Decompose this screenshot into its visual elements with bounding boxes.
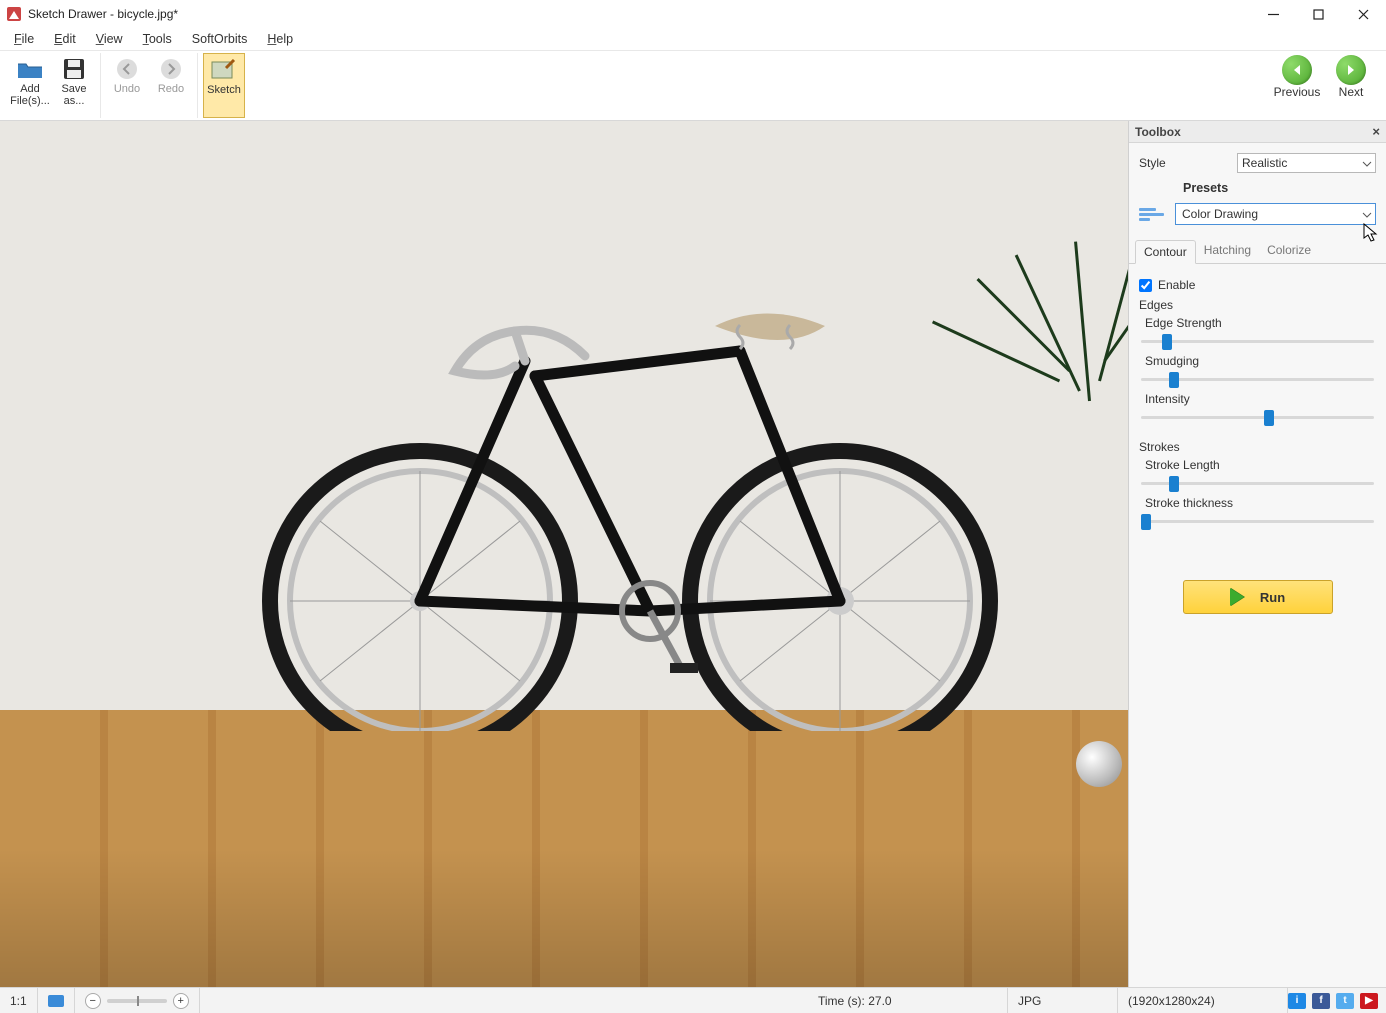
sketch-icon [211, 56, 237, 84]
intensity-label: Intensity [1145, 392, 1376, 406]
close-toolbox-button[interactable]: × [1372, 124, 1380, 139]
edge-strength-slider[interactable] [1141, 332, 1374, 350]
redo-label: Redo [158, 83, 184, 95]
next-icon [1336, 55, 1366, 85]
bicycle-image [250, 271, 1010, 731]
smudging-slider[interactable] [1141, 370, 1374, 388]
menubar: File Edit View Tools SoftOrbits Help [0, 28, 1386, 50]
minimize-button[interactable] [1251, 0, 1296, 28]
facebook-icon[interactable]: f [1312, 993, 1330, 1009]
undo-label: Undo [114, 83, 140, 95]
previous-label: Previous [1274, 85, 1321, 99]
stroke-thickness-label: Stroke thickness [1145, 496, 1376, 510]
window-controls [1251, 0, 1386, 28]
edges-title: Edges [1139, 298, 1376, 312]
toolbox-header: Toolbox × [1129, 121, 1386, 143]
toolbox-tabs: Contour Hatching Colorize [1129, 239, 1386, 264]
sketch-button[interactable]: Sketch [203, 53, 245, 118]
zoom-widget: − + [75, 988, 200, 1013]
main-row: Toolbox × Style Realistic Presets Color … [0, 120, 1386, 987]
chevron-down-icon [1362, 158, 1372, 172]
titlebar: Sketch Drawer - bicycle.jpg* [0, 0, 1386, 28]
zoom-ratio-cell: 1:1 [0, 988, 38, 1013]
undo-icon [115, 55, 139, 83]
cursor-icon [1362, 222, 1380, 247]
stroke-thickness-slider[interactable] [1141, 512, 1374, 530]
next-button[interactable]: Next [1326, 55, 1376, 99]
file-group: Add File(s)... Save as... [4, 53, 101, 118]
fit-screen-button[interactable] [38, 988, 75, 1013]
previous-button[interactable]: Previous [1272, 55, 1322, 99]
fit-screen-icon [48, 995, 64, 1007]
previous-icon [1282, 55, 1312, 85]
run-arrow-icon [1230, 588, 1244, 606]
menu-help[interactable]: Help [263, 30, 297, 48]
edge-strength-label: Edge Strength [1145, 316, 1376, 330]
maximize-button[interactable] [1296, 0, 1341, 28]
history-group: Undo Redo [101, 53, 198, 118]
style-label: Style [1139, 156, 1229, 170]
menu-file[interactable]: File [10, 30, 38, 48]
redo-icon [159, 55, 183, 83]
tab-colorize[interactable]: Colorize [1259, 239, 1319, 263]
presets-label: Presets [1183, 181, 1376, 195]
youtube-icon[interactable]: ▶ [1360, 993, 1378, 1009]
save-as-label: Save as... [53, 83, 95, 107]
presets-icon [1139, 203, 1167, 225]
stroke-length-label: Stroke Length [1145, 458, 1376, 472]
menu-softorbits[interactable]: SoftOrbits [188, 30, 252, 48]
twitter-icon[interactable]: t [1336, 993, 1354, 1009]
zoom-in-button[interactable]: + [173, 993, 189, 1009]
run-button[interactable]: Run [1183, 580, 1333, 614]
enable-checkbox[interactable] [1139, 279, 1152, 292]
intensity-slider[interactable] [1141, 408, 1374, 426]
tab-contour[interactable]: Contour [1135, 240, 1196, 264]
menu-edit[interactable]: Edit [50, 30, 80, 48]
add-files-label: Add File(s)... [9, 83, 51, 107]
zoom-out-button[interactable]: − [85, 993, 101, 1009]
redo-button[interactable]: Redo [150, 53, 192, 118]
toolbar: Add File(s)... Save as... Undo Redo [0, 50, 1386, 120]
toolbox-panel: Toolbox × Style Realistic Presets Color … [1128, 121, 1386, 987]
zoom-track[interactable] [107, 999, 167, 1003]
nav-group: Previous Next [1272, 53, 1382, 118]
folder-icon [16, 55, 44, 83]
status-format: JPG [1008, 988, 1118, 1013]
social-links: i f t ▶ [1288, 993, 1386, 1009]
sphere-reflection [1076, 741, 1122, 787]
zoom-ratio: 1:1 [10, 994, 27, 1008]
image-preview [0, 121, 1128, 987]
save-as-button[interactable]: Save as... [53, 53, 95, 118]
enable-label: Enable [1158, 278, 1195, 292]
chevron-down-icon [1362, 209, 1372, 223]
status-time: Time (s): 27.0 [808, 988, 1008, 1013]
sketch-group: Sketch [198, 53, 250, 118]
smudging-label: Smudging [1145, 354, 1376, 368]
toolbox-title: Toolbox [1135, 125, 1181, 139]
status-dimensions: (1920x1280x24) [1118, 988, 1288, 1013]
style-value: Realistic [1242, 156, 1287, 170]
menu-tools[interactable]: Tools [139, 30, 176, 48]
canvas-area[interactable] [0, 121, 1128, 987]
presets-combo[interactable]: Color Drawing [1175, 203, 1376, 225]
app-icon [6, 6, 22, 22]
strokes-title: Strokes [1139, 440, 1376, 454]
next-label: Next [1339, 85, 1364, 99]
tab-hatching[interactable]: Hatching [1196, 239, 1259, 263]
close-window-button[interactable] [1341, 0, 1386, 28]
undo-button[interactable]: Undo [106, 53, 148, 118]
presets-value: Color Drawing [1182, 207, 1258, 221]
window-title: Sketch Drawer - bicycle.jpg* [28, 7, 1251, 21]
stroke-length-slider[interactable] [1141, 474, 1374, 492]
info-icon[interactable]: i [1288, 993, 1306, 1009]
run-label: Run [1260, 590, 1285, 605]
statusbar: 1:1 − + Time (s): 27.0 JPG (1920x1280x24… [0, 987, 1386, 1013]
style-select[interactable]: Realistic [1237, 153, 1376, 173]
sketch-label: Sketch [207, 84, 241, 96]
add-files-button[interactable]: Add File(s)... [9, 53, 51, 118]
menu-view[interactable]: View [92, 30, 127, 48]
floppy-icon [62, 55, 86, 83]
